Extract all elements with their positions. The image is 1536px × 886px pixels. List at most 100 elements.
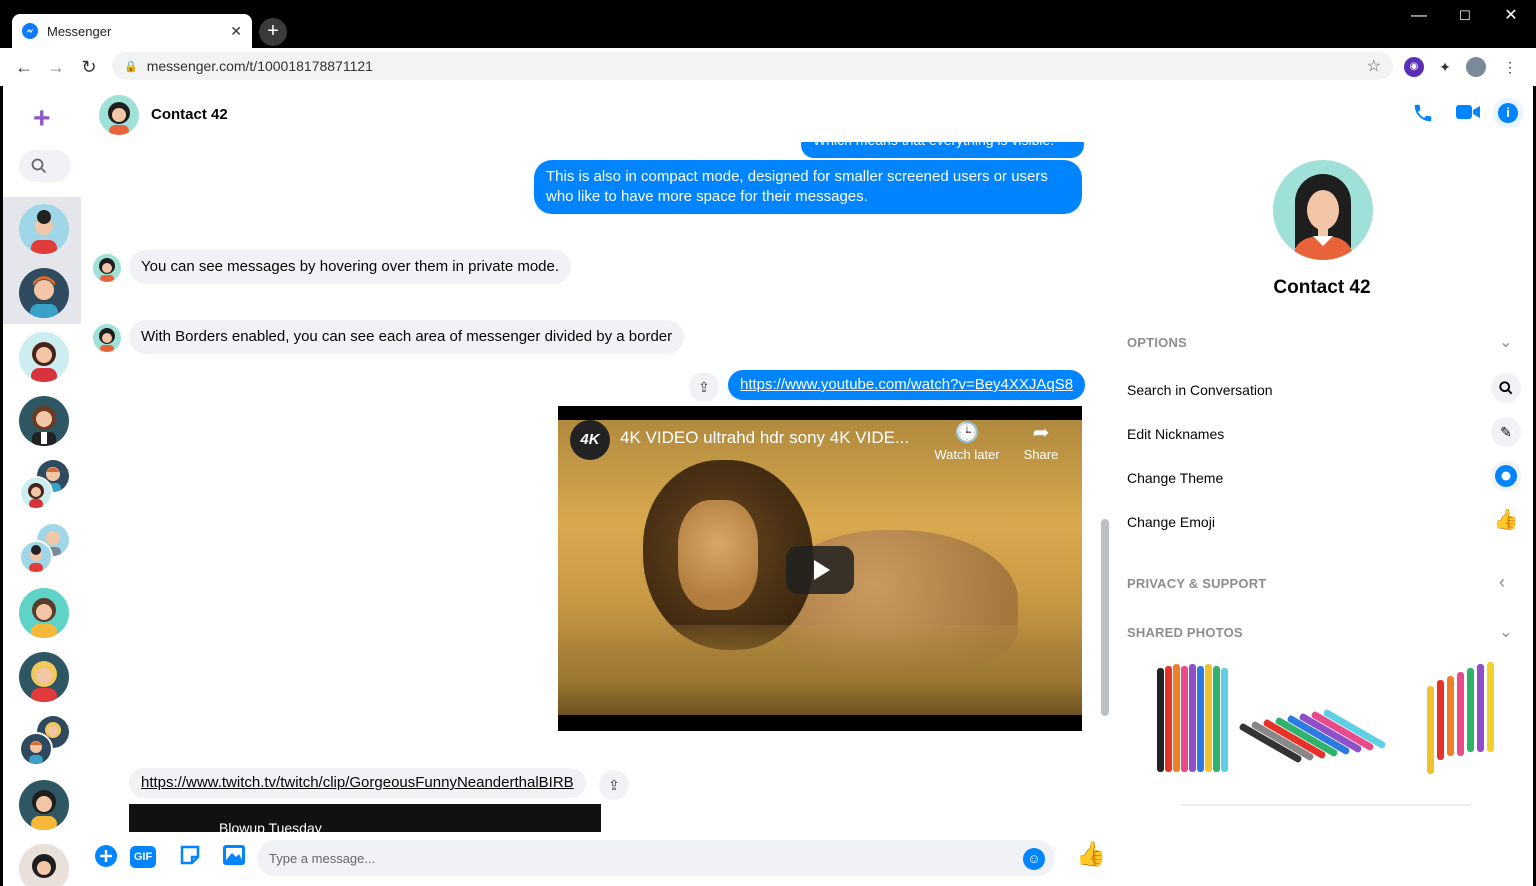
play-icon	[814, 560, 830, 580]
group-conversation-avatar[interactable]	[19, 524, 69, 574]
video-call-icon[interactable]	[1454, 102, 1482, 130]
search-icon	[31, 158, 47, 174]
sender-avatar	[93, 254, 121, 282]
contact-profile-avatar[interactable]	[1273, 160, 1373, 260]
search-icon[interactable]	[1491, 373, 1521, 403]
browser-window: Messenger ✕ + — ☐ ✕ ← → ↻ 🔒 messenger.co…	[0, 0, 1536, 886]
shared-photo[interactable]	[1407, 658, 1517, 788]
sender-avatar	[93, 324, 121, 352]
share-label: Share	[1023, 447, 1059, 462]
message-bubble-outgoing[interactable]: Which means that everything is visible.	[801, 142, 1084, 158]
thumbs-up-icon[interactable]: 👍	[1491, 505, 1521, 535]
info-button[interactable]: i	[1493, 98, 1523, 128]
conversation-avatar[interactable]	[19, 396, 69, 446]
minimize-button[interactable]: —	[1396, 0, 1442, 32]
twitch-link[interactable]: https://www.twitch.tv/twitch/clip/Gorgeo…	[129, 768, 586, 798]
message-input-placeholder: Type a message...	[269, 850, 376, 866]
url-text[interactable]: messenger.com/t/100018178871121	[147, 58, 1367, 74]
shared-photo[interactable]	[1137, 658, 1247, 788]
maximize-button[interactable]: ☐	[1442, 0, 1488, 32]
close-window-button[interactable]: ✕	[1488, 0, 1534, 32]
twitch-clip-embed[interactable]: Blowup Tuesday	[129, 804, 601, 832]
phone-call-icon[interactable]	[1409, 102, 1437, 130]
back-arrow-icon[interactable]: ←	[12, 55, 36, 79]
lock-icon: 🔒	[124, 60, 138, 73]
watch-later-button[interactable]: 🕒 Watch later	[932, 420, 1002, 462]
info-icon: i	[1498, 103, 1518, 123]
message-bubble-incoming[interactable]: With Borders enabled, you can see each a…	[129, 320, 685, 354]
pencil-icon[interactable]: ✎	[1491, 417, 1521, 447]
omnibox[interactable]: 🔒 messenger.com/t/100018178871121 ☆	[112, 52, 1393, 80]
privacy-support-header[interactable]: PRIVACY & SUPPORT	[1127, 576, 1266, 591]
search-in-conversation-option[interactable]: Search in Conversation	[1127, 382, 1273, 398]
thumbs-up-icon[interactable]: 👍	[1075, 842, 1107, 868]
chevron-down-icon[interactable]: ⌄	[1499, 332, 1512, 352]
contact-avatar[interactable]	[99, 95, 139, 135]
share-icon[interactable]: ⇪	[689, 372, 719, 402]
conversation-avatar[interactable]	[19, 780, 69, 830]
more-actions-plus-icon[interactable]	[93, 844, 119, 870]
play-button[interactable]	[786, 546, 854, 594]
new-message-plus-icon[interactable]: +	[33, 102, 51, 136]
new-tab-button[interactable]: +	[259, 18, 287, 46]
edit-nicknames-option[interactable]: Edit Nicknames	[1127, 426, 1224, 442]
profile-avatar-icon[interactable]	[1466, 57, 1486, 77]
contact-name[interactable]: Contact 42	[151, 106, 228, 123]
video-title[interactable]: 4K VIDEO ultrahd hdr sony 4K VIDE...	[620, 428, 909, 448]
group-conversation-avatar[interactable]	[19, 460, 69, 510]
change-emoji-option[interactable]: Change Emoji	[1127, 514, 1215, 530]
emoji-smile-icon[interactable]: ☺	[1023, 848, 1045, 870]
conversation-avatar[interactable]	[19, 268, 69, 318]
clock-icon: 🕒	[954, 422, 980, 444]
message-scrollbar[interactable]	[1101, 519, 1109, 716]
messenger-icon	[22, 23, 38, 39]
address-bar: ← → ↻ 🔒 messenger.com/t/100018178871121 …	[0, 48, 1536, 86]
youtube-video-embed[interactable]: 4K 4K VIDEO ultrahd hdr sony 4K VIDE... …	[558, 406, 1082, 731]
divider	[1181, 804, 1471, 806]
youtube-link[interactable]: https://www.youtube.com/watch?v=Bey4XXJA…	[728, 370, 1086, 400]
tab-title: Messenger	[47, 23, 112, 39]
channel-logo[interactable]: 4K	[570, 420, 610, 460]
extension-messenger-icon[interactable]: ◉	[1404, 57, 1424, 77]
message-bubble-outgoing[interactable]: This is also in compact mode, designed f…	[534, 160, 1082, 214]
tab-messenger[interactable]: Messenger ✕	[12, 14, 252, 48]
message-input[interactable]: Type a message... ☺	[257, 840, 1055, 876]
options-header[interactable]: OPTIONS	[1127, 335, 1187, 350]
shared-photo[interactable]	[1238, 658, 1387, 788]
share-icon[interactable]: ⇪	[599, 770, 629, 800]
group-conversation-avatar[interactable]	[19, 716, 69, 766]
gif-icon[interactable]: GIF	[130, 846, 156, 868]
conversation-avatar[interactable]	[19, 332, 69, 382]
bookmark-star-icon[interactable]: ☆	[1367, 56, 1381, 76]
search-button[interactable]	[19, 150, 71, 182]
puzzle-extensions-icon[interactable]: ✦	[1435, 57, 1455, 77]
tab-close-icon[interactable]: ✕	[230, 23, 242, 40]
message-list: Which means that everything is visible. …	[81, 142, 1101, 832]
messenger-page: + Contact 42 i This is also in compact m…	[3, 86, 1533, 886]
chevron-down-icon[interactable]: ⌄	[1499, 622, 1512, 642]
sticker-icon[interactable]	[177, 844, 203, 870]
conversation-info-panel: Contact 42 OPTIONS ⌄ Search in Conversat…	[1111, 142, 1533, 886]
conversation-avatar[interactable]	[19, 844, 69, 886]
panel-contact-name: Contact 42	[1273, 277, 1371, 298]
forward-arrow-icon[interactable]: →	[44, 55, 68, 79]
reload-icon[interactable]: ↻	[77, 55, 101, 79]
twitch-clip-title: Blowup Tuesday	[219, 820, 322, 832]
chevron-left-icon[interactable]: ‹	[1499, 572, 1505, 593]
share-arrow-icon: ➦	[1032, 422, 1050, 444]
chat-header: Contact 42 i	[81, 86, 1533, 142]
conversation-avatar[interactable]	[19, 652, 69, 702]
message-bubble-incoming[interactable]: You can see messages by hovering over th…	[129, 250, 572, 284]
conversation-avatar[interactable]	[19, 204, 69, 254]
change-theme-option[interactable]: Change Theme	[1127, 470, 1223, 486]
theme-circle-icon[interactable]	[1491, 461, 1521, 491]
video-share-button[interactable]: ➦ Share	[1006, 420, 1076, 462]
conversation-avatar[interactable]	[19, 588, 69, 638]
photo-icon[interactable]	[221, 844, 247, 870]
message-composer: GIF Type a message... ☺ 👍	[81, 832, 1111, 886]
tab-bar: Messenger ✕ + — ☐ ✕	[0, 0, 1536, 48]
shared-photos-header[interactable]: SHARED PHOTOS	[1127, 625, 1243, 640]
menu-kebab-icon[interactable]: ⋮	[1500, 57, 1520, 77]
watch-later-label: Watch later	[934, 447, 1000, 462]
conversation-list: +	[3, 86, 81, 886]
